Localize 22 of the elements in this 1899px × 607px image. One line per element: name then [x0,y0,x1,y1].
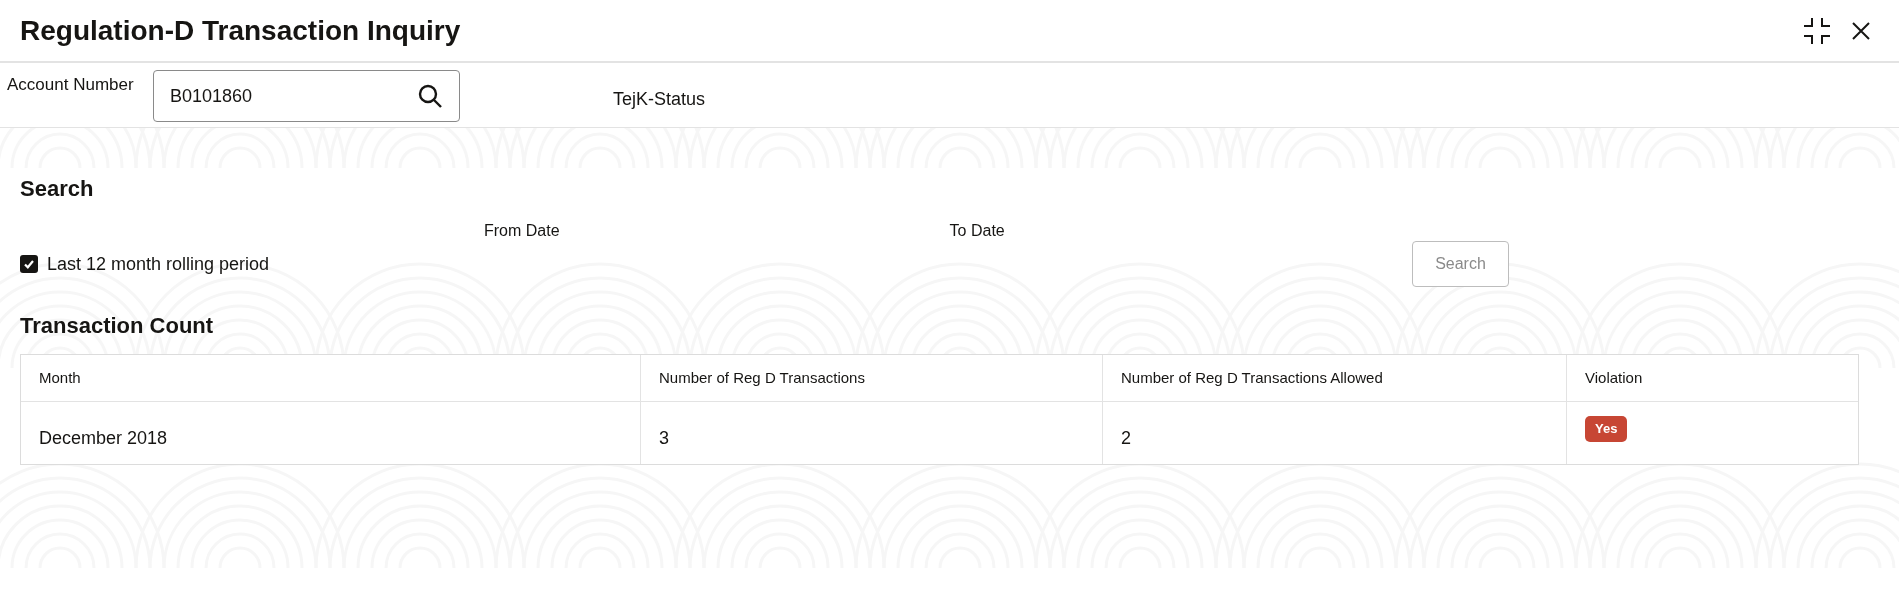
status-text: TejK-Status [613,88,706,111]
checkmark-icon [23,258,35,270]
column-header: Number of Reg D Transactions Allowed [1121,367,1383,388]
checkbox[interactable] [20,255,38,273]
section-heading: Search [20,175,95,203]
table-cell-text: 2 [1121,426,1131,450]
field-label: From Date [484,221,560,239]
field-label: Account Number [7,74,135,96]
close-icon[interactable] [1851,20,1871,41]
column-header: Number of Reg D Transactions [659,367,865,388]
section-heading: Transaction Count [20,312,215,340]
minimize-icon[interactable] [1803,16,1831,45]
status-badge: Yes [1585,416,1628,442]
column-header: Month [39,367,81,388]
checkbox-label[interactable]: Last 12 month rolling period [47,250,270,278]
field-label: To Date [949,221,1005,239]
table-cell-text: 3 [659,426,669,450]
account-number-field[interactable]: B0101860 [153,70,460,122]
window-title: Regulation-D Transaction Inquiry [20,13,461,48]
table-cell-text: December 2018 [39,426,168,450]
search-icon[interactable] [417,83,443,109]
column-header: Violation [1585,367,1643,388]
